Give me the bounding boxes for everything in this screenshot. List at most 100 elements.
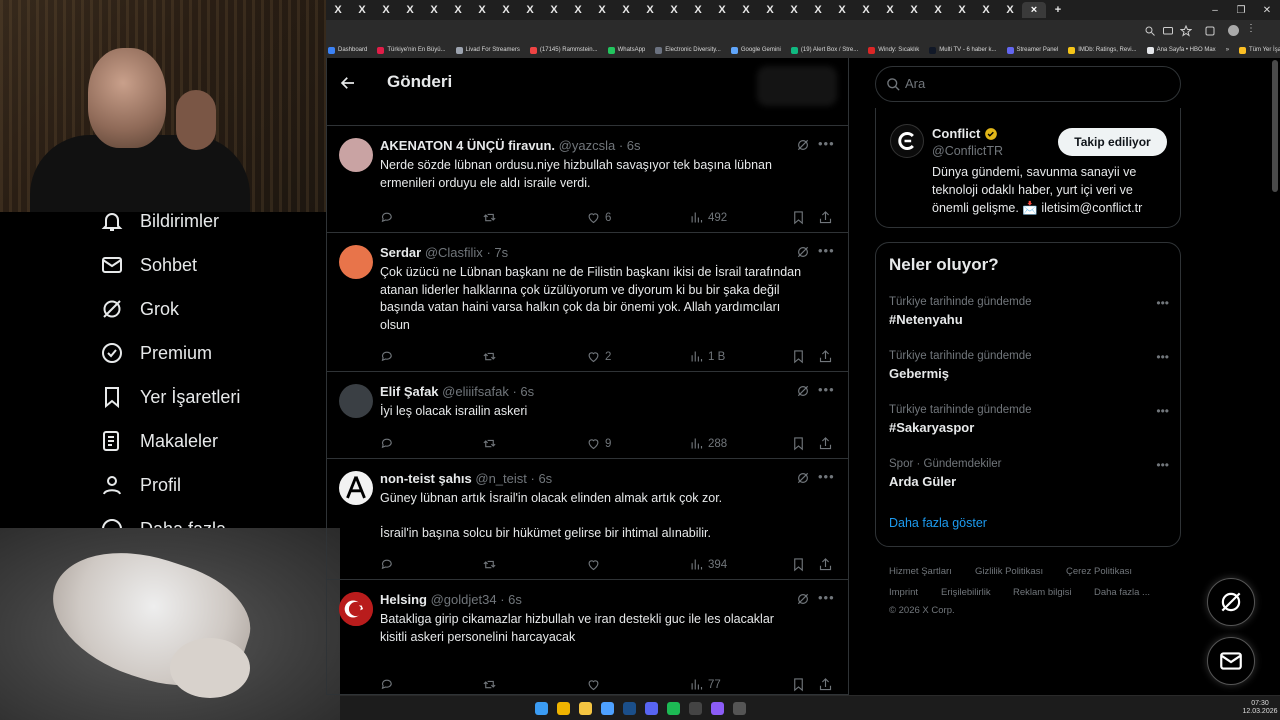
post-time[interactable]: · 7s bbox=[486, 245, 508, 260]
browser-tab[interactable]: X bbox=[494, 2, 518, 18]
bookmark-item[interactable]: IMDb: Ratings, Revi... bbox=[1068, 46, 1137, 54]
extensions-icon[interactable] bbox=[1204, 25, 1216, 37]
grok-explain-icon[interactable] bbox=[796, 384, 810, 398]
bookmark-button[interactable] bbox=[791, 210, 810, 225]
like-button[interactable]: 6 bbox=[586, 210, 611, 225]
reply-button[interactable] bbox=[380, 557, 399, 572]
grok-explain-icon[interactable] bbox=[796, 471, 810, 485]
bookmark-button[interactable] bbox=[791, 557, 810, 572]
more-options-icon[interactable]: ••• bbox=[818, 243, 835, 258]
post-author[interactable]: Elif Şafak @eliiifsafak · 6s bbox=[380, 384, 534, 399]
obs-icon[interactable] bbox=[733, 702, 746, 715]
browser-tab[interactable]: X bbox=[638, 2, 662, 18]
file-explorer-icon[interactable] bbox=[579, 702, 592, 715]
browser-tab[interactable]: X bbox=[590, 2, 614, 18]
reply-post[interactable]: AKENATON 4 ÜNÇÜ firavun. @yazcsla · 6s ••… bbox=[327, 125, 848, 232]
share-button[interactable] bbox=[818, 557, 837, 572]
reply-button[interactable] bbox=[380, 210, 399, 225]
page-scrollbar[interactable] bbox=[1272, 60, 1278, 192]
bookmark-button[interactable] bbox=[791, 677, 810, 692]
grok-explain-icon[interactable] bbox=[796, 245, 810, 259]
reply-button[interactable] bbox=[380, 349, 399, 364]
post-author[interactable]: Helsing @goldjet34 · 6s bbox=[380, 592, 522, 607]
trend-item[interactable]: Türkiye tarihinde gündemde Gebermiş ••• bbox=[889, 350, 1169, 381]
reply-post[interactable]: Elif Şafak @eliiifsafak · 6s ••• İyi leş o… bbox=[327, 371, 848, 458]
post-author[interactable]: Serdar @Clasfilix · 7s bbox=[380, 245, 508, 260]
browser-tab[interactable]: X bbox=[326, 2, 350, 18]
user-avatar[interactable] bbox=[339, 384, 373, 418]
browser-menu-icon[interactable]: ⋮ bbox=[1246, 23, 1256, 34]
footer-link[interactable]: Erişilebilirlik bbox=[941, 587, 991, 598]
active-tab-close-icon[interactable]: × bbox=[1022, 2, 1046, 18]
trend-more-icon[interactable]: ••• bbox=[1156, 404, 1169, 418]
like-button[interactable] bbox=[586, 557, 605, 572]
footer-link[interactable]: Reklam bilgisi bbox=[1013, 587, 1072, 598]
like-button[interactable]: 2 bbox=[586, 349, 611, 364]
browser-tab[interactable]: X bbox=[950, 2, 974, 18]
bookmark-item[interactable]: Streamer Panel bbox=[1006, 46, 1058, 54]
browser-tab[interactable]: X bbox=[350, 2, 374, 18]
reply-post[interactable]: Helsing @goldjet34 · 6s ••• Batakliga giri… bbox=[327, 579, 848, 695]
bookmark-item[interactable]: Ana Sayfa • HBO Max bbox=[1146, 46, 1216, 54]
footer-link[interactable]: Çerez Politikası bbox=[1066, 566, 1132, 577]
author-name[interactable]: Helsing bbox=[380, 592, 427, 607]
browser-tab[interactable]: X bbox=[782, 2, 806, 18]
share-button[interactable] bbox=[818, 436, 837, 451]
browser-tab[interactable]: X bbox=[998, 2, 1022, 18]
bookmark-button[interactable] bbox=[791, 436, 810, 451]
post-time[interactable]: · 6s bbox=[500, 592, 522, 607]
chrome-icon[interactable] bbox=[557, 702, 570, 715]
reply-button[interactable] bbox=[380, 436, 399, 451]
author-handle[interactable]: @eliiifsafak bbox=[442, 384, 509, 399]
share-button[interactable] bbox=[818, 349, 837, 364]
footer-link[interactable]: Imprint bbox=[889, 587, 918, 598]
epic-games-icon[interactable] bbox=[689, 702, 702, 715]
browser-tab[interactable]: X bbox=[854, 2, 878, 18]
footer-link[interactable]: Hizmet Şartları bbox=[889, 566, 952, 577]
more-options-icon[interactable]: ••• bbox=[818, 590, 835, 605]
user-avatar[interactable] bbox=[339, 592, 373, 626]
zoom-icon[interactable] bbox=[1144, 25, 1156, 37]
stream-app-icon[interactable] bbox=[711, 702, 724, 715]
author-name[interactable]: Elif Şafak bbox=[380, 384, 439, 399]
trend-item[interactable]: Spor · Gündemdekiler Arda Güler ••• bbox=[889, 458, 1169, 489]
new-tab-button[interactable]: + bbox=[1046, 2, 1070, 18]
share-button[interactable] bbox=[818, 677, 837, 692]
browser-tab[interactable]: X bbox=[518, 2, 542, 18]
browser-tab[interactable]: X bbox=[566, 2, 590, 18]
window-minimize-button[interactable]: – bbox=[1202, 5, 1228, 16]
views-button[interactable]: 288 bbox=[689, 436, 727, 451]
like-button[interactable] bbox=[586, 677, 605, 692]
browser-tab[interactable]: X bbox=[398, 2, 422, 18]
browser-tab[interactable]: X bbox=[806, 2, 830, 18]
bookmark-item[interactable]: WhatsApp bbox=[607, 46, 645, 54]
grok-explain-icon[interactable] bbox=[796, 138, 810, 152]
author-handle[interactable]: @Clasfilix bbox=[425, 245, 483, 260]
cast-icon[interactable] bbox=[1162, 25, 1174, 37]
browser-tab[interactable]: X bbox=[374, 2, 398, 18]
browser-tab[interactable]: X bbox=[758, 2, 782, 18]
bookmark-item[interactable]: Livad For Streamers bbox=[455, 46, 520, 54]
browser-tab[interactable]: X bbox=[470, 2, 494, 18]
bookmark-item[interactable]: (17145) Rammstein... bbox=[529, 46, 598, 54]
footer-link[interactable]: Gizlilik Politikası bbox=[975, 566, 1043, 577]
repost-button[interactable] bbox=[482, 349, 501, 364]
views-button[interactable]: 1 B bbox=[689, 349, 725, 364]
following-button[interactable]: Takip ediliyor bbox=[1058, 128, 1167, 156]
author-handle[interactable]: @goldjet34 bbox=[431, 592, 497, 607]
browser-tab[interactable]: X bbox=[446, 2, 470, 18]
messages-fab-button[interactable] bbox=[1207, 637, 1255, 685]
reply-button[interactable] bbox=[380, 677, 399, 692]
author-name[interactable]: Serdar bbox=[380, 245, 421, 260]
grok-explain-icon[interactable] bbox=[796, 592, 810, 606]
repost-button[interactable] bbox=[482, 436, 501, 451]
reply-post[interactable]: Serdar @Clasfilix · 7s ••• Çok üzücü ne Lü… bbox=[327, 232, 848, 371]
more-options-icon[interactable]: ••• bbox=[818, 469, 835, 484]
steam-icon[interactable] bbox=[623, 702, 636, 715]
post-author[interactable]: non-teist şahıs @n_teist · 6s bbox=[380, 471, 552, 486]
browser-tab[interactable]: X bbox=[686, 2, 710, 18]
more-options-icon[interactable]: ••• bbox=[818, 136, 835, 151]
post-time[interactable]: · 6s bbox=[531, 471, 553, 486]
app-icon[interactable] bbox=[601, 702, 614, 715]
nav-item-profil[interactable]: Profil bbox=[100, 470, 181, 500]
